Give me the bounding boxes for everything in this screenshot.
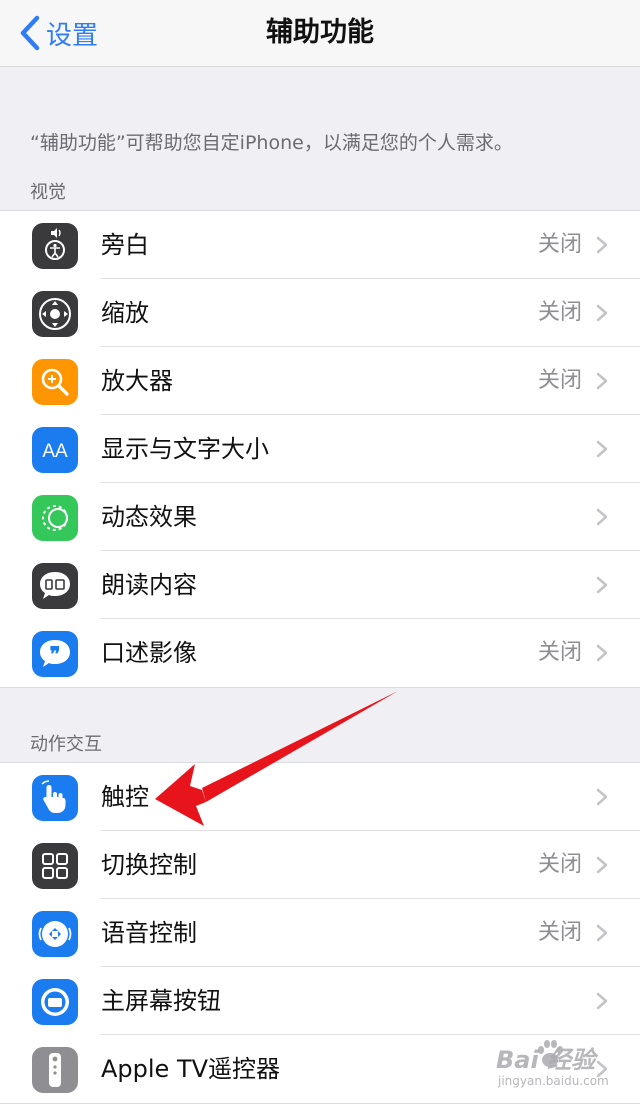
row-label: 缩放 [101, 299, 149, 327]
row-label: 切换控制 [101, 851, 197, 879]
home-button-icon [32, 979, 78, 1025]
chevron-right-icon [596, 924, 608, 942]
row-label: 主屏幕按钮 [101, 987, 221, 1015]
row-switch-control[interactable]: 切换控制 关闭 [0, 831, 640, 899]
chevron-right-icon [596, 236, 608, 254]
chevron-right-icon [596, 856, 608, 874]
baidu-watermark: Bai 经验 jingyan.baidu.com [488, 1036, 628, 1096]
row-value: 关闭 [537, 368, 582, 393]
chevron-right-icon [596, 304, 608, 322]
touch-icon [32, 775, 78, 821]
row-voiceover[interactable]: 旁白 关闭 [0, 211, 640, 279]
page-title: 辅助功能 [266, 17, 374, 48]
voice-control-icon [32, 911, 78, 957]
motion-icon [32, 495, 78, 541]
row-audio-description[interactable]: ❞ 口述影像 关闭 [0, 619, 640, 687]
chevron-right-icon [596, 576, 608, 594]
row-home-button[interactable]: 主屏幕按钮 [0, 967, 640, 1035]
paw-logo-icon [538, 1040, 563, 1067]
row-label: 旁白 [101, 231, 149, 259]
page-description: “辅助功能”可帮助您自定iPhone，以满足您的个人需求。 [30, 132, 513, 154]
row-value: 关闭 [537, 232, 582, 257]
row-value: 关闭 [537, 300, 582, 325]
row-zoom[interactable]: 缩放 关闭 [0, 279, 640, 347]
magnifier-icon [32, 359, 78, 405]
watermark-url: jingyan.baidu.com [498, 1074, 609, 1088]
spoken-content-icon [32, 563, 78, 609]
row-touch[interactable]: 触控 [0, 763, 640, 831]
row-label: 朗读内容 [101, 571, 197, 599]
row-spoken-content[interactable]: 朗读内容 [0, 551, 640, 619]
display-text-size-icon: AA [32, 427, 78, 473]
row-magnifier[interactable]: 放大器 关闭 [0, 347, 640, 415]
row-value: 关闭 [537, 920, 582, 945]
chevron-right-icon [596, 508, 608, 526]
svg-text:❞: ❞ [50, 644, 61, 666]
row-label: 动态效果 [101, 503, 197, 531]
row-motion[interactable]: 动态效果 [0, 483, 640, 551]
row-label: 放大器 [101, 367, 173, 395]
apple-tv-remote-icon [32, 1047, 78, 1093]
section-header-interaction: 动作交互 [30, 734, 102, 755]
row-label: 口述影像 [101, 639, 197, 667]
navigation-bar: 设置 辅助功能 [0, 0, 640, 67]
audio-description-icon: ❞ [32, 631, 78, 677]
vision-settings-group: 旁白 关闭 缩放 关闭 放大器 关闭 AA 显示与文字大小 动态效果 朗读内容 … [0, 210, 640, 688]
chevron-right-icon [596, 644, 608, 662]
switch-control-icon [32, 843, 78, 889]
chevron-right-icon [596, 372, 608, 390]
row-label: 触控 [101, 783, 149, 811]
svg-text:AA: AA [42, 441, 68, 462]
row-value: 关闭 [537, 852, 582, 877]
zoom-icon [32, 291, 78, 337]
chevron-right-icon [596, 992, 608, 1010]
row-label: 语音控制 [101, 919, 197, 947]
section-header-vision: 视觉 [30, 182, 66, 203]
voiceover-icon [32, 223, 78, 269]
row-voice-control[interactable]: 语音控制 关闭 [0, 899, 640, 967]
row-value: 关闭 [537, 640, 582, 665]
chevron-right-icon [596, 440, 608, 458]
chevron-right-icon [596, 788, 608, 806]
row-display-text-size[interactable]: AA 显示与文字大小 [0, 415, 640, 483]
row-label: Apple TV遥控器 [101, 1055, 281, 1083]
row-label: 显示与文字大小 [101, 435, 269, 463]
